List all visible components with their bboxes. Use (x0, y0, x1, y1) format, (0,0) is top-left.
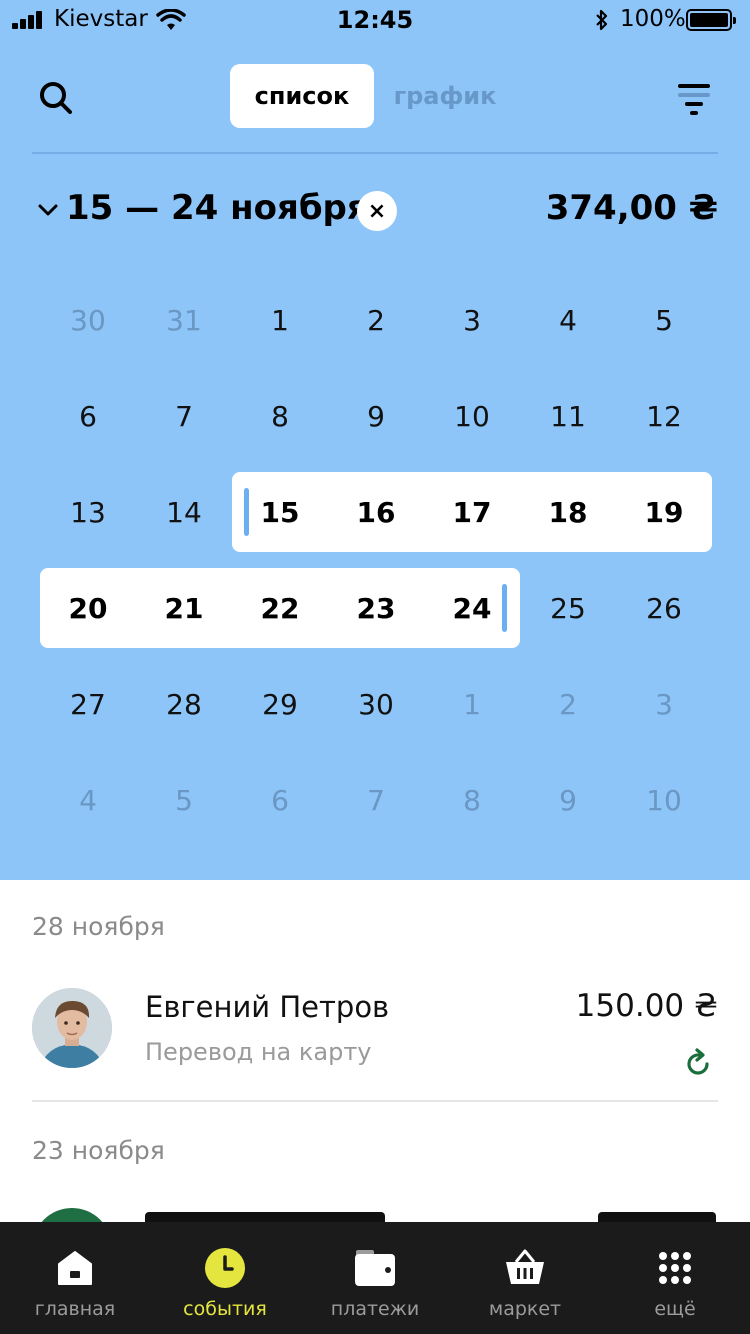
list-divider (32, 1100, 718, 1102)
tab-list[interactable]: список (230, 64, 374, 128)
filter-icon[interactable] (674, 78, 714, 118)
wallet-icon (353, 1246, 397, 1290)
calendar-day[interactable]: 28 (136, 664, 232, 744)
calendar-day[interactable]: 5 (136, 760, 232, 840)
calendar-panel: Kievstar 12:45 100% список график 15 — 2… (0, 0, 750, 880)
transaction-name[interactable]: Евгений Петров (145, 990, 389, 1024)
range-total-amount: 374,00 ₴ (545, 188, 718, 228)
tab-home[interactable]: главная (0, 1222, 150, 1334)
battery-percent: 100% (620, 6, 686, 32)
tab-chart[interactable]: график (380, 64, 510, 128)
calendar-day[interactable]: 25 (520, 568, 616, 648)
tab-market[interactable]: маркет (450, 1222, 600, 1334)
calendar-day[interactable]: 26 (616, 568, 712, 648)
calendar-day[interactable]: 1 (424, 664, 520, 744)
search-icon[interactable] (36, 78, 76, 118)
bluetooth-icon (596, 9, 608, 31)
calendar-day[interactable]: 5 (616, 280, 712, 360)
calendar-day[interactable]: 9 (520, 760, 616, 840)
calendar-day[interactable]: 14 (136, 472, 232, 552)
section-date: 28 ноября (32, 912, 165, 941)
calendar-day[interactable]: 9 (328, 376, 424, 456)
tab-more[interactable]: ещё (600, 1222, 750, 1334)
calendar-day[interactable]: 17 (424, 472, 520, 552)
chevron-down-icon[interactable] (36, 198, 60, 222)
calendar-day[interactable]: 15 (232, 472, 328, 552)
calendar-day[interactable]: 22 (232, 568, 328, 648)
clock-icon (203, 1246, 247, 1290)
calendar-day[interactable]: 30 (328, 664, 424, 744)
calendar-day[interactable]: 3 (424, 280, 520, 360)
calendar-day[interactable]: 10 (616, 760, 712, 840)
calendar-day[interactable]: 7 (136, 376, 232, 456)
grid-dots-icon (653, 1246, 697, 1290)
repeat-icon[interactable] (682, 1048, 714, 1080)
calendar-day[interactable]: 12 (616, 376, 712, 456)
tab-label: платежи (330, 1298, 420, 1320)
calendar-day[interactable]: 13 (40, 472, 136, 552)
calendar-day[interactable]: 29 (232, 664, 328, 744)
tab-label: главная (34, 1298, 116, 1320)
clear-range-button[interactable]: × (357, 191, 397, 231)
tab-label: ещё (654, 1298, 696, 1320)
calendar-day[interactable]: 6 (232, 760, 328, 840)
status-bar: Kievstar 12:45 100% (0, 0, 750, 40)
section-date: 23 ноября (32, 1136, 165, 1165)
calendar-day[interactable]: 20 (40, 568, 136, 648)
calendar-day[interactable]: 11 (520, 376, 616, 456)
basket-icon (503, 1246, 547, 1290)
tab-events[interactable]: события (150, 1222, 300, 1334)
calendar-day[interactable]: 8 (232, 376, 328, 456)
calendar-day[interactable]: 10 (424, 376, 520, 456)
home-icon (53, 1246, 97, 1290)
calendar-day[interactable]: 4 (520, 280, 616, 360)
calendar-day[interactable]: 2 (328, 280, 424, 360)
transaction-description: Перевод на карту (145, 1038, 372, 1066)
tab-payments[interactable]: платежи (300, 1222, 450, 1334)
calendar-day[interactable]: 30 (40, 280, 136, 360)
calendar-day[interactable]: 3 (616, 664, 712, 744)
tab-label: события (183, 1298, 267, 1320)
calendar-day[interactable]: 6 (40, 376, 136, 456)
transaction-amount: 150.00 ₴ (575, 988, 718, 1024)
calendar-day[interactable]: 21 (136, 568, 232, 648)
date-range-title[interactable]: 15 — 24 ноября (66, 188, 369, 228)
calendar-day[interactable]: 19 (616, 472, 712, 552)
avatar (32, 988, 112, 1068)
header-divider (32, 152, 718, 154)
calendar-day[interactable]: 23 (328, 568, 424, 648)
calendar-day[interactable]: 18 (520, 472, 616, 552)
calendar-day[interactable]: 27 (40, 664, 136, 744)
calendar-day[interactable]: 8 (424, 760, 520, 840)
calendar-day[interactable]: 4 (40, 760, 136, 840)
tab-bar: главная события платежи маркет ещё (0, 1222, 750, 1334)
calendar-day[interactable]: 2 (520, 664, 616, 744)
calendar-day[interactable]: 24 (424, 568, 520, 648)
calendar-day[interactable]: 31 (136, 280, 232, 360)
battery-icon (686, 9, 736, 31)
tab-label: маркет (488, 1298, 562, 1320)
calendar-day[interactable]: 1 (232, 280, 328, 360)
calendar-day[interactable]: 16 (328, 472, 424, 552)
calendar-day[interactable]: 7 (328, 760, 424, 840)
